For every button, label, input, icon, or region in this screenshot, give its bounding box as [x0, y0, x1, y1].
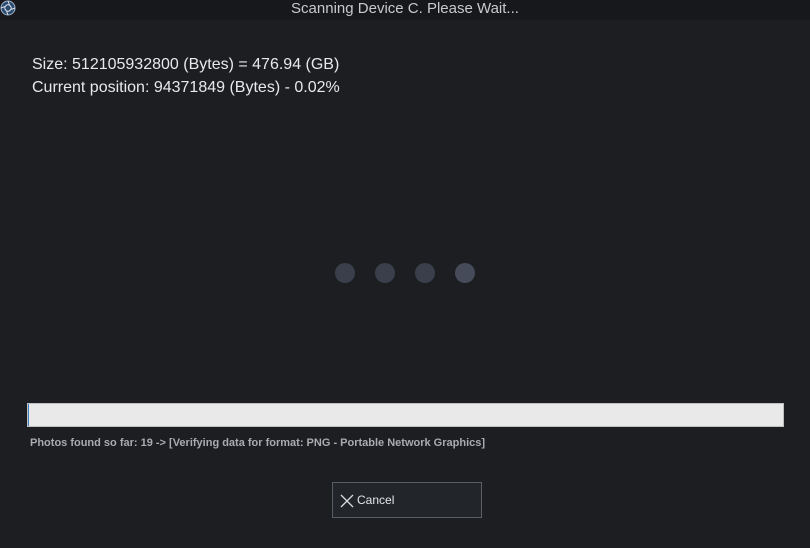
- loading-dot: [455, 263, 475, 283]
- status-text: Photos found so far: 19 -> [Verifying da…: [30, 437, 486, 449]
- cancel-button[interactable]: Cancel: [332, 482, 482, 518]
- loading-dot: [375, 263, 395, 283]
- scan-dialog: Scanning Device C. Please Wait... Size: …: [0, 0, 810, 548]
- loading-dot: [415, 263, 435, 283]
- cancel-button-label: Cancel: [357, 493, 395, 507]
- close-icon: [340, 494, 354, 508]
- scan-progress-bar: [27, 403, 784, 427]
- loading-dots-icon: [334, 262, 484, 284]
- size-info: Size: 512105932800 (Bytes) = 476.94 (GB): [32, 56, 340, 73]
- title-bar[interactable]: Scanning Device C. Please Wait...: [0, 0, 810, 20]
- loading-dot: [335, 263, 355, 283]
- current-position-info: Current position: 94371849 (Bytes) - 0.0…: [32, 79, 340, 96]
- window-title: Scanning Device C. Please Wait...: [291, 0, 519, 17]
